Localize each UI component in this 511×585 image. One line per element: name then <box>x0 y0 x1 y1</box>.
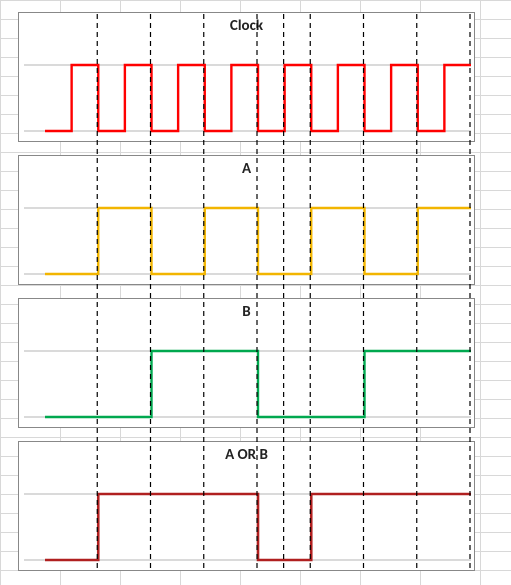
panel-b: B <box>18 298 475 428</box>
panel-clock: Clock <box>18 12 475 142</box>
waveform-a <box>19 156 476 286</box>
panel-aorb: A OR B <box>18 441 475 571</box>
waveform-clock <box>19 13 476 143</box>
waveform-aorb <box>19 442 476 572</box>
panel-a: A <box>18 155 475 285</box>
waveform-b <box>19 299 476 429</box>
